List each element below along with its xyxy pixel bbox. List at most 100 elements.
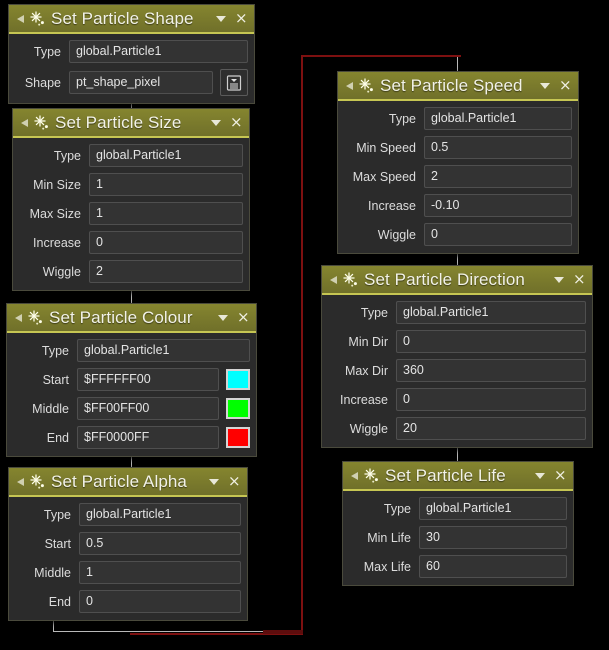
field-row: Max Dir 360 — [328, 359, 586, 382]
node-header-set-particle-speed[interactable]: Set Particle Speed × — [338, 72, 578, 101]
field-input[interactable]: global.Particle1 — [89, 144, 243, 167]
node-header-set-particle-colour[interactable]: Set Particle Colour × — [7, 304, 256, 333]
chevron-down-icon[interactable] — [535, 472, 545, 479]
colour-swatch[interactable] — [226, 369, 250, 390]
field-input[interactable]: $FF00FF00 — [77, 397, 219, 420]
chevron-down-icon[interactable] — [209, 478, 219, 485]
chevron-down-icon[interactable] — [216, 15, 226, 22]
field-input[interactable]: 0.5 — [79, 532, 241, 555]
field-input[interactable]: -0.10 — [424, 194, 572, 217]
field-input[interactable]: pt_shape_pixel — [69, 71, 213, 94]
collapse-triangle-icon[interactable] — [21, 118, 28, 127]
field-input[interactable]: global.Particle1 — [419, 497, 567, 520]
node-body-set-particle-life: Type global.Particle1 Min Life 30 Max Life 60 — [343, 491, 573, 585]
particle-sparkle-icon — [363, 467, 381, 485]
field-input[interactable]: 0 — [89, 231, 243, 254]
particle-sparkle-icon — [33, 114, 51, 132]
field-input[interactable]: 1 — [89, 202, 243, 225]
collapse-triangle-icon[interactable] — [351, 471, 358, 480]
node-title: Set Particle Shape — [51, 9, 194, 28]
colour-swatch[interactable] — [226, 427, 250, 448]
collapse-triangle-icon[interactable] — [346, 81, 353, 90]
close-icon[interactable]: × — [554, 468, 567, 483]
field-input[interactable]: 360 — [396, 359, 586, 382]
field-input[interactable]: 0 — [396, 330, 586, 353]
field-row: Start 0.5 — [15, 532, 241, 555]
node-set-particle-speed[interactable]: Set Particle Speed × Type global.Particle1 M… — [337, 71, 579, 254]
node-set-particle-direction[interactable]: Set Particle Direction × Type global.Partic… — [321, 265, 593, 448]
node-body-set-particle-shape: Type global.Particle1 Shape pt_shape_pixel — [9, 34, 254, 103]
field-input[interactable]: 2 — [424, 165, 572, 188]
chevron-down-icon[interactable] — [211, 119, 221, 126]
field-row: End $FF0000FF — [13, 426, 250, 449]
field-input[interactable]: 1 — [89, 173, 243, 196]
node-header-set-particle-life[interactable]: Set Particle Life × — [343, 462, 573, 491]
close-icon[interactable]: × — [559, 78, 572, 93]
chevron-down-icon[interactable] — [218, 314, 228, 321]
node-header-set-particle-size[interactable]: Set Particle Size × — [13, 109, 249, 138]
field-input[interactable]: global.Particle1 — [69, 40, 248, 63]
field-input[interactable]: 0 — [79, 590, 241, 613]
node-title: Set Particle Life — [385, 466, 506, 485]
close-icon[interactable]: × — [228, 474, 241, 489]
field-input[interactable]: global.Particle1 — [77, 339, 250, 362]
connection-wire — [301, 55, 461, 57]
field-input[interactable]: global.Particle1 — [396, 301, 586, 324]
node-set-particle-alpha[interactable]: Set Particle Alpha × Type global.Particle1 S… — [8, 467, 248, 621]
close-icon[interactable]: × — [235, 11, 248, 26]
field-label: End — [48, 594, 71, 609]
field-input[interactable]: $FFFFFF00 — [77, 368, 219, 391]
close-icon[interactable]: × — [573, 272, 586, 287]
close-icon[interactable]: × — [230, 115, 243, 130]
particle-sparkle-icon — [27, 309, 45, 327]
field-row: Type global.Particle1 — [349, 497, 567, 520]
field-input[interactable]: 30 — [419, 526, 567, 549]
colour-swatch[interactable] — [226, 398, 250, 419]
node-header-set-particle-shape[interactable]: Set Particle Shape × — [9, 5, 254, 34]
field-row: Increase -0.10 — [344, 194, 572, 217]
list-menu-icon-button[interactable] — [220, 69, 248, 96]
node-header-set-particle-alpha[interactable]: Set Particle Alpha × — [9, 468, 247, 497]
field-row: Wiggle 0 — [344, 223, 572, 246]
field-input[interactable]: $FF0000FF — [77, 426, 219, 449]
field-label: Max Life — [363, 559, 411, 574]
node-set-particle-life[interactable]: Set Particle Life × Type global.Particle1 Mi… — [342, 461, 574, 586]
field-row: Type global.Particle1 — [13, 339, 250, 362]
field-input[interactable]: global.Particle1 — [424, 107, 572, 130]
close-icon[interactable]: × — [237, 310, 250, 325]
field-label: End — [46, 430, 69, 445]
node-set-particle-shape[interactable]: Set Particle Shape × Type global.Particle1 S… — [8, 4, 255, 104]
node-title: Set Particle Speed — [380, 76, 523, 95]
field-label: Start — [42, 372, 69, 387]
collapse-triangle-icon[interactable] — [17, 477, 24, 486]
field-input[interactable]: global.Particle1 — [79, 503, 241, 526]
field-row: Wiggle 2 — [19, 260, 243, 283]
field-input[interactable]: 0.5 — [424, 136, 572, 159]
node-set-particle-colour[interactable]: Set Particle Colour × Type global.Particle1… — [6, 303, 257, 457]
node-body-set-particle-alpha: Type global.Particle1 Start 0.5 Middle 1 End 0 — [9, 497, 247, 620]
field-label: Min Speed — [356, 140, 416, 155]
collapse-triangle-icon[interactable] — [15, 313, 22, 322]
node-header-set-particle-direction[interactable]: Set Particle Direction × — [322, 266, 592, 295]
field-input[interactable]: 0 — [396, 388, 586, 411]
field-row: Max Size 1 — [19, 202, 243, 225]
node-body-set-particle-speed: Type global.Particle1 Min Speed 0.5 Max Spee… — [338, 101, 578, 253]
field-row: Max Life 60 — [349, 555, 567, 578]
field-input[interactable]: 0 — [424, 223, 572, 246]
node-set-particle-size[interactable]: Set Particle Size × Type global.Particle1 Mi… — [12, 108, 250, 291]
node-graph-canvas: Set Particle Shape × Type global.Particle1 S… — [0, 0, 609, 650]
chevron-down-icon[interactable] — [540, 82, 550, 89]
field-input[interactable]: 20 — [396, 417, 586, 440]
field-label: Start — [44, 536, 71, 551]
collapse-triangle-icon[interactable] — [17, 14, 24, 23]
chevron-down-icon[interactable] — [554, 276, 564, 283]
field-label: Min Size — [33, 177, 81, 192]
node-title: Set Particle Direction — [364, 270, 525, 289]
field-input[interactable]: 2 — [89, 260, 243, 283]
node-body-set-particle-colour: Type global.Particle1 Start $FFFFFF00 Middle… — [7, 333, 256, 456]
field-input[interactable]: 1 — [79, 561, 241, 584]
particle-sparkle-icon — [29, 473, 47, 491]
field-row: End 0 — [15, 590, 241, 613]
field-input[interactable]: 60 — [419, 555, 567, 578]
collapse-triangle-icon[interactable] — [330, 275, 337, 284]
